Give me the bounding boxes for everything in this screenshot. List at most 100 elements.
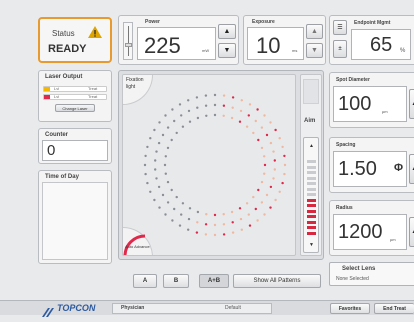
pattern-spot xyxy=(222,94,226,97)
endpoint-stepper-button[interactable]: ± xyxy=(333,40,347,58)
pattern-spot xyxy=(269,121,272,124)
endpoint-panel: ☰ Endpoint Mgmt ± 65 % xyxy=(329,15,414,65)
status-label: Status xyxy=(52,29,75,38)
endpoint-toggle-button[interactable]: ☰ xyxy=(333,20,347,35)
pattern-spot xyxy=(205,114,208,117)
pattern-spot xyxy=(205,213,208,216)
pattern-b-button[interactable]: B xyxy=(163,274,189,288)
pattern-spot xyxy=(213,103,217,107)
physician-label: Physician xyxy=(121,305,145,311)
pattern-spot xyxy=(170,138,173,142)
pattern-spot xyxy=(178,103,182,106)
pattern-spot xyxy=(155,177,158,180)
pattern-spot xyxy=(265,133,269,137)
pattern-spot xyxy=(260,201,264,204)
show-all-patterns-button[interactable]: Show All Patterns xyxy=(233,274,321,288)
pattern-spot xyxy=(149,137,152,140)
aim-up-icon[interactable]: ▲ xyxy=(309,143,314,149)
aim-slider[interactable]: ▲ ▼ xyxy=(303,137,319,253)
pattern-spot xyxy=(164,172,167,175)
pattern-spot xyxy=(248,103,252,106)
pattern-spot xyxy=(166,201,170,204)
counter-value-box[interactable]: 0 xyxy=(42,140,108,161)
change-laser-button[interactable]: Change Laser xyxy=(55,104,95,112)
exposure-decrease-button[interactable]: ▼ xyxy=(306,43,323,58)
pattern-spot xyxy=(188,120,192,123)
pattern-spot xyxy=(204,233,208,236)
pattern-spot xyxy=(149,190,152,193)
aim-label: Aim xyxy=(304,118,316,124)
pattern-spot xyxy=(173,207,176,211)
pattern-spot xyxy=(187,228,190,231)
end-treatment-button[interactable]: End Treat xyxy=(374,303,414,314)
pattern-spot xyxy=(158,121,161,124)
pattern-spot xyxy=(245,202,249,205)
power-value-box[interactable]: 225 mW xyxy=(137,27,216,60)
aim-down-icon[interactable]: ▼ xyxy=(309,242,314,248)
pattern-spot xyxy=(256,108,259,111)
pattern-spot xyxy=(257,138,260,142)
power-slider[interactable] xyxy=(123,22,133,60)
physician-field[interactable]: Physician Default xyxy=(112,303,272,314)
pattern-spot xyxy=(171,219,174,222)
radius-stepper[interactable]: ▲ xyxy=(409,217,414,247)
pattern-spot xyxy=(195,231,199,234)
pattern-spot xyxy=(239,217,243,221)
pattern-spot xyxy=(238,120,242,123)
pattern-spot xyxy=(281,181,284,185)
pattern-spot xyxy=(257,188,260,192)
exposure-increase-button[interactable]: ▲ xyxy=(306,24,323,39)
spacing-stepper[interactable]: ▲ xyxy=(409,154,414,184)
time-of-day-label: Time of Day xyxy=(45,174,79,180)
pattern-spot xyxy=(144,172,147,176)
radius-panel: Radius 1200 µm ▲ xyxy=(329,200,414,256)
pattern-spot xyxy=(231,221,234,224)
pattern-spot xyxy=(213,213,217,217)
favorites-button[interactable]: Favorites xyxy=(330,303,370,314)
laser-row-1: Lvl Treat xyxy=(43,86,107,92)
status-value: READY xyxy=(48,43,87,55)
laser-row-1-left: Lvl xyxy=(54,86,60,91)
pattern-spot xyxy=(273,168,276,171)
aim-level-bar xyxy=(307,182,316,185)
spot-diameter-value-box[interactable]: 100 µm xyxy=(333,86,407,122)
pattern-spot xyxy=(166,146,170,150)
pattern-spot xyxy=(213,113,217,117)
pattern-ab-button[interactable]: A+B xyxy=(199,274,229,288)
physician-value: Default xyxy=(225,305,241,311)
pattern-spot xyxy=(157,141,161,145)
spacing-panel: Spacing 1.50 Φ ▲ xyxy=(329,137,414,193)
select-lens-value: None Selected xyxy=(336,276,369,282)
aim-level-bar xyxy=(307,165,316,169)
pattern-spot xyxy=(278,190,281,193)
select-lens-label: Select Lens xyxy=(342,266,376,272)
endpoint-value-box[interactable]: 65 % xyxy=(351,29,411,60)
pattern-spot xyxy=(230,210,234,214)
pattern-spot xyxy=(213,93,217,97)
laser-row-2: Lvl Treat xyxy=(43,94,107,100)
spacing-value-box[interactable]: 1.50 Φ xyxy=(333,151,407,187)
footer-bar: TOPCON Physician Default Favorites End T… xyxy=(0,300,414,317)
pattern-a-button[interactable]: A xyxy=(133,274,157,288)
aim-indicator-box xyxy=(303,79,319,104)
pattern-spot xyxy=(161,193,165,197)
radius-value: 1200 xyxy=(338,221,383,243)
radius-value-box[interactable]: 1200 µm xyxy=(333,214,407,250)
power-slider-thumb[interactable] xyxy=(125,43,132,47)
spot-diameter-stepper[interactable]: ▲ xyxy=(409,89,414,119)
pattern-spot xyxy=(181,202,185,205)
select-lens-dropdown[interactable]: Select Lens None Selected xyxy=(329,262,414,286)
aim-level-bar xyxy=(307,187,316,191)
endpoint-unit: % xyxy=(400,48,406,54)
exposure-label: Exposure xyxy=(252,19,275,25)
pattern-spot xyxy=(180,213,183,216)
pattern-spot xyxy=(196,221,199,224)
pattern-spot xyxy=(222,104,226,107)
auto-advance-button[interactable]: Auto Advance xyxy=(123,227,153,255)
power-decrease-button[interactable]: ▼ xyxy=(218,43,236,58)
power-increase-button[interactable]: ▲ xyxy=(218,24,236,39)
pattern-canvas[interactable]: Fixation light Auto Advance xyxy=(122,74,296,256)
endpoint-value: 65 xyxy=(370,34,393,56)
laser-row-2-left: Lvl xyxy=(54,94,60,99)
exposure-value-box[interactable]: 10 ms xyxy=(247,27,304,60)
